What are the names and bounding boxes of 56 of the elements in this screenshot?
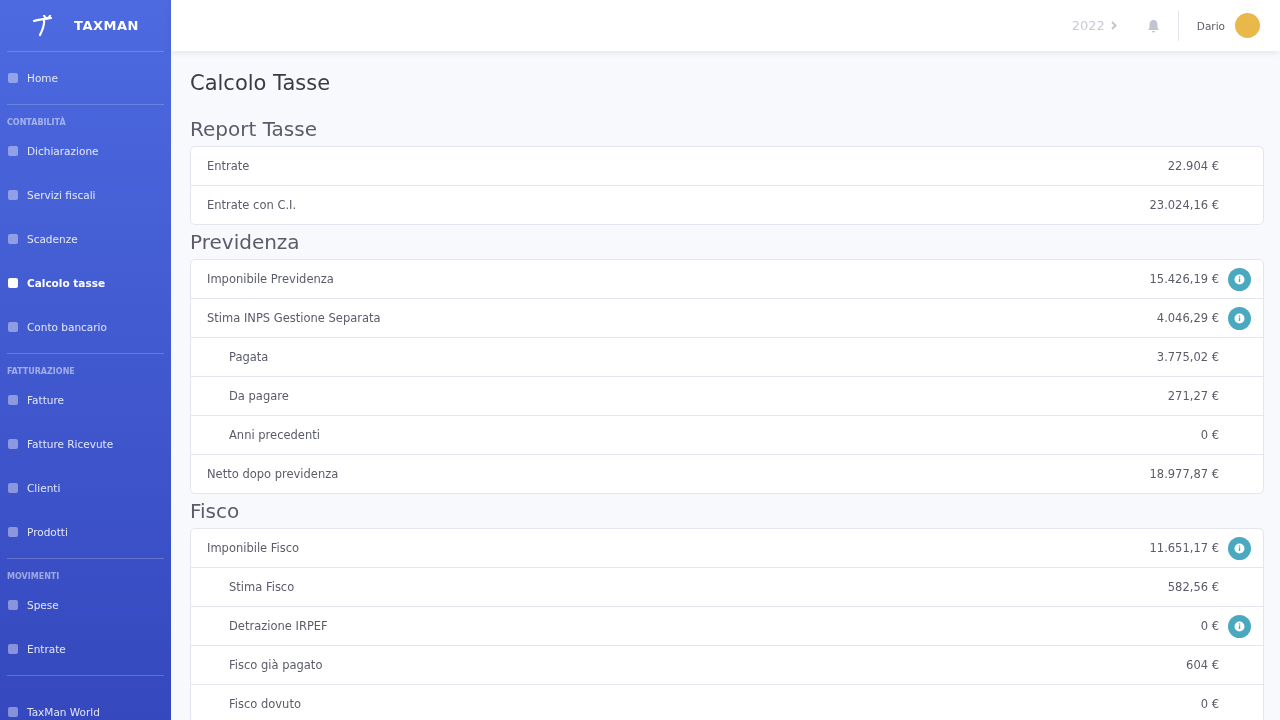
row-label: Pagata bbox=[228, 350, 270, 364]
row-value: 3.775,02 € bbox=[1156, 350, 1219, 364]
sidebar-item[interactable]: Calcolo tasse bbox=[7, 261, 164, 305]
row-label: Fisco già pagato bbox=[228, 658, 324, 672]
sidebar-item[interactable]: TaxMan World bbox=[7, 690, 164, 720]
sidebar-item[interactable]: Entrate bbox=[7, 627, 164, 671]
row-value: 0 € bbox=[1200, 697, 1219, 711]
row-value: 271,27 € bbox=[1167, 389, 1219, 403]
brand-name: TAXMAN bbox=[74, 18, 139, 33]
sidebar-item[interactable]: Fatture Ricevute bbox=[7, 422, 164, 466]
row-label: Entrate con C.I. bbox=[207, 198, 298, 212]
section-title: Fisco bbox=[190, 499, 241, 523]
row-value: 582,56 € bbox=[1167, 580, 1219, 594]
sidebar-item[interactable]: Prodotti bbox=[7, 510, 164, 554]
info-icon[interactable] bbox=[1228, 306, 1251, 330]
info-icon[interactable] bbox=[1228, 267, 1251, 291]
page-title: Calcolo Tasse bbox=[190, 71, 332, 95]
logo-icon bbox=[32, 14, 55, 37]
section-heading: MOVIMENTI bbox=[7, 571, 61, 583]
row-value: 15.426,19 € bbox=[1149, 272, 1219, 286]
info-icon[interactable] bbox=[1228, 536, 1251, 560]
row-value: 0 € bbox=[1200, 619, 1219, 633]
row-value: 604 € bbox=[1186, 658, 1219, 672]
row-label: Netto dopo previdenza bbox=[207, 467, 340, 481]
sidebar-item[interactable]: Conto bancario bbox=[7, 305, 164, 349]
row-value: 4.046,29 € bbox=[1156, 311, 1219, 325]
bell-icon[interactable] bbox=[1146, 18, 1160, 33]
section-heading: FATTURAZIONE bbox=[7, 366, 76, 378]
info-icon[interactable] bbox=[1228, 614, 1251, 638]
row-label: Detrazione IRPEF bbox=[228, 619, 329, 633]
row-label: Fisco dovuto bbox=[228, 697, 302, 711]
avatar[interactable] bbox=[1235, 13, 1260, 38]
row-value: 23.024,16 € bbox=[1149, 198, 1219, 212]
sidebar-item[interactable]: Fatture bbox=[7, 378, 164, 422]
sidebar-item[interactable]: Clienti bbox=[7, 466, 164, 510]
row-value: 0 € bbox=[1200, 428, 1219, 442]
sidebar-item[interactable]: Servizi fiscali bbox=[7, 173, 164, 217]
row-label: Da pagare bbox=[228, 389, 290, 403]
user-name[interactable]: Dario bbox=[1196, 19, 1225, 32]
row-label: Entrate bbox=[207, 159, 251, 173]
row-label: Stima Fisco bbox=[228, 580, 296, 594]
sidebar-item[interactable]: Dichiarazione bbox=[7, 129, 164, 173]
chevron-right-icon[interactable] bbox=[1110, 21, 1117, 30]
sidebar-item[interactable]: Home bbox=[7, 56, 164, 100]
row-label: Anni precedenti bbox=[228, 428, 321, 442]
section-heading: CONTABILITÀ bbox=[7, 115, 67, 129]
sidebar-item[interactable]: Spese bbox=[7, 583, 164, 627]
row-value: 11.651,17 € bbox=[1149, 541, 1219, 555]
row-label: Stima INPS Gestione Separata bbox=[207, 311, 382, 325]
sidebar-item[interactable]: Scadenze bbox=[7, 217, 164, 261]
row-label: Imponibile Fisco bbox=[207, 541, 301, 555]
row-label: Imponibile Previdenza bbox=[207, 272, 335, 286]
row-value: 22.904 € bbox=[1167, 159, 1219, 173]
row-value: 18.977,87 € bbox=[1149, 467, 1219, 481]
section-title: Report Tasse bbox=[190, 117, 318, 141]
section-title: Previdenza bbox=[190, 230, 301, 254]
